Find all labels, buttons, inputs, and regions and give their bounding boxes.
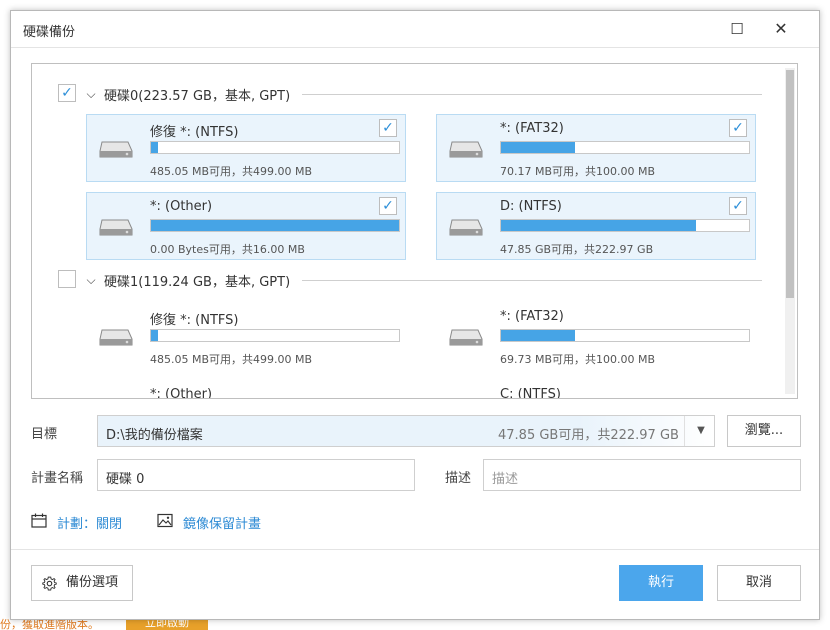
footer-divider (11, 549, 819, 550)
partition-name: 修復 *: (NTFS) (150, 125, 239, 140)
usage-bar (150, 141, 400, 154)
plan-name-label: 計畫名稱 (31, 471, 84, 486)
disk-1-divider (302, 280, 762, 281)
partition-name: C: (NTFS) (500, 387, 561, 399)
partition-checkbox[interactable]: ✓ (379, 197, 397, 215)
chevron-down-icon[interactable]: ▼ (684, 416, 717, 446)
partition-size: 485.05 MB可用，共499.00 MB (150, 165, 313, 178)
vertical-scrollbar[interactable] (785, 68, 795, 394)
partition-name: D: (NTFS) (500, 199, 562, 214)
description-label: 描述 (445, 471, 472, 486)
description-placeholder: 描述 (492, 472, 519, 487)
usage-bar (500, 329, 750, 342)
usage-fill (151, 220, 399, 231)
usage-fill (501, 330, 575, 341)
disk-list-panel[interactable]: ✓ ⌵ 硬碟0(223.57 GB，基本, GPT) 修復 *: (NTFS) … (31, 63, 798, 399)
usage-fill (501, 142, 575, 153)
usage-fill (501, 220, 696, 231)
window-title: 硬碟備份 (23, 25, 76, 40)
usage-bar (500, 141, 750, 154)
image-icon (157, 513, 173, 528)
plan-name-value: 硬碟 0 (106, 472, 145, 487)
partition-size: 0.00 Bytes可用，共16.00 MB (150, 243, 305, 256)
title-bar: 硬碟備份 ☐ ✕ (11, 11, 819, 47)
partition-name: *: (Other) (150, 387, 213, 399)
disk-0-checkbox[interactable]: ✓ (58, 84, 76, 102)
drive-icon (99, 219, 133, 236)
disk-header-1: ⌵ 硬碟1(119.24 GB，基本, GPT) (32, 270, 772, 292)
plan-name-input[interactable]: 硬碟 0 (97, 459, 415, 491)
gear-icon (42, 576, 57, 591)
description-input[interactable]: 描述 (483, 459, 801, 491)
partition-name: *: (FAT32) (500, 309, 564, 324)
partition-size: 47.85 GB可用，共222.97 GB (500, 243, 654, 256)
target-path: D:\我的備份檔案 (106, 428, 203, 443)
chevron-down-icon[interactable]: ⌵ (84, 87, 98, 101)
drive-icon (99, 141, 133, 158)
target-selector[interactable]: D:\我的備份檔案 47.85 GB可用，共222.97 GB ▼ (97, 415, 715, 447)
maximize-button[interactable]: ☐ (717, 15, 757, 43)
usage-bar (150, 219, 400, 232)
partition-name: *: (Other) (150, 199, 213, 214)
partition-card[interactable]: D: (NTFS) 47.85 GB可用，共222.97 GB ✓ (436, 192, 756, 260)
run-button[interactable]: 執行 (619, 565, 703, 601)
partition-checkbox[interactable]: ✓ (379, 119, 397, 137)
partition-size: 69.73 MB可用，共100.00 MB (500, 353, 656, 366)
usage-bar (150, 329, 400, 342)
disk-1-checkbox[interactable] (58, 270, 76, 288)
partition-checkbox[interactable]: ✓ (729, 197, 747, 215)
partition-size: 485.05 MB可用，共499.00 MB (150, 353, 313, 366)
partition-card[interactable]: *: (Other) 0.00 Bytes可用，共16.00 MB ✓ (86, 192, 406, 260)
scrollbar-thumb[interactable] (786, 70, 794, 298)
disk-0-label: 硬碟0(223.57 GB，基本, GPT) (104, 89, 291, 104)
drive-icon (449, 219, 483, 236)
browse-button[interactable]: 瀏覽... (727, 415, 801, 447)
cancel-button[interactable]: 取消 (717, 565, 801, 601)
partition-name: *: (FAT32) (500, 121, 564, 136)
drive-icon (99, 329, 133, 346)
partition-checkbox[interactable]: ✓ (729, 119, 747, 137)
schedule-link[interactable]: 計劃：關閉 (57, 513, 122, 532)
disk-header-0: ✓ ⌵ 硬碟0(223.57 GB，基本, GPT) (32, 82, 772, 104)
title-divider (11, 47, 819, 48)
close-button[interactable]: ✕ (761, 15, 801, 43)
partition-name: 修復 *: (NTFS) (150, 313, 239, 328)
calendar-icon (31, 513, 47, 528)
target-label: 目標 (31, 427, 58, 442)
usage-fill (151, 142, 158, 153)
disk-1-label: 硬碟1(119.24 GB，基本, GPT) (104, 275, 291, 290)
backup-options-button[interactable]: 備份選項 (31, 565, 133, 601)
partition-card[interactable]: 修復 *: (NTFS) 485.05 MB可用，共499.00 MB ✓ (86, 114, 406, 182)
backup-options-label: 備份選項 (66, 575, 119, 590)
disk-backup-dialog: 硬碟備份 ☐ ✕ ✓ ⌵ 硬碟0(223.57 GB，基本, GPT) 修復 *… (10, 10, 820, 620)
usage-bar (500, 219, 750, 232)
drive-icon (449, 329, 483, 346)
partition-card[interactable]: *: (Other) (86, 380, 406, 399)
chevron-down-icon[interactable]: ⌵ (84, 273, 98, 287)
partition-card[interactable]: *: (FAT32) 69.73 MB可用，共100.00 MB (436, 302, 756, 370)
partition-card[interactable]: *: (FAT32) 70.17 MB可用，共100.00 MB ✓ (436, 114, 756, 182)
image-retention-link[interactable]: 鏡像保留計畫 (183, 513, 261, 532)
usage-fill (151, 330, 158, 341)
disk-0-divider (302, 94, 762, 95)
partition-card[interactable]: C: (NTFS) (436, 380, 756, 399)
drive-icon (449, 141, 483, 158)
target-space-info: 47.85 GB可用，共222.97 GB (498, 428, 679, 443)
partition-card[interactable]: 修復 *: (NTFS) 485.05 MB可用，共499.00 MB (86, 302, 406, 370)
partition-size: 70.17 MB可用，共100.00 MB (500, 165, 656, 178)
